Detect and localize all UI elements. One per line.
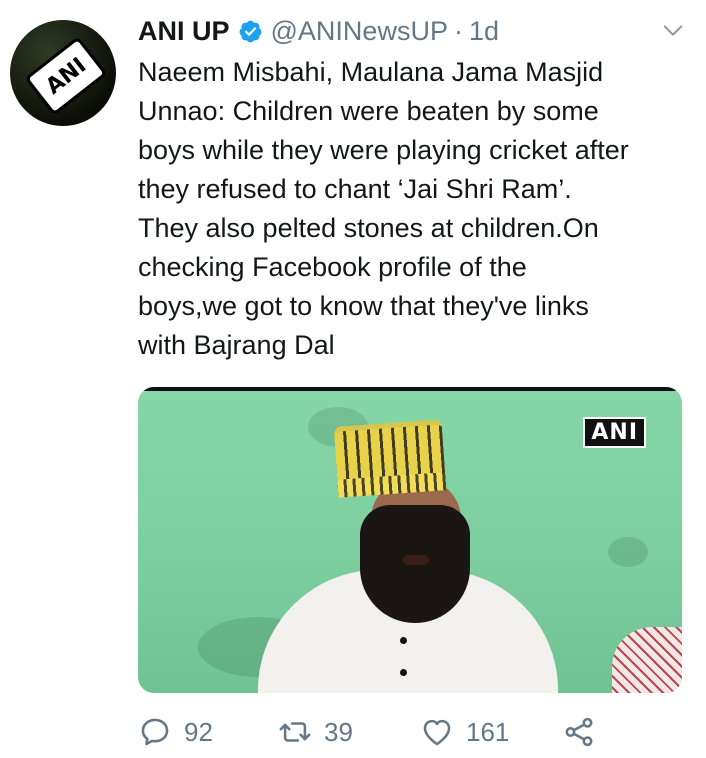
tweet-text-line: Unnao: Children were beaten by some (138, 96, 599, 126)
handle[interactable]: @ANINewsUP (271, 16, 448, 47)
share-button[interactable] (562, 710, 596, 754)
tweet-text-line: with Bajrang Dal (138, 330, 335, 360)
checkered-cloth (612, 627, 682, 693)
chevron-down-icon[interactable] (662, 20, 684, 42)
reply-icon (141, 718, 169, 746)
retweet-count: 39 (324, 716, 353, 747)
heart-icon (423, 719, 451, 746)
like-button[interactable]: 161 (420, 710, 509, 754)
timestamp[interactable]: 1d (469, 16, 499, 47)
separator: · (453, 15, 463, 46)
tweet[interactable]: ANI ANI UP @ANINewsUP · 1d Naeem Misbahi… (0, 0, 706, 758)
shirt-button (400, 637, 407, 644)
tweet-text-line: checking Facebook profile of the (138, 252, 527, 282)
avatar[interactable]: ANI (10, 20, 116, 126)
tweet-text-line: boys while they were playing cricket aft… (138, 135, 629, 165)
tweet-actions: 92 39 161 (138, 710, 658, 754)
tweet-text-line: Naeem Misbahi, Maulana Jama Masjid (138, 57, 604, 87)
ani-watermark: ANI (583, 417, 646, 448)
tweet-text-line: they refused to chant ‘Jai Shri Ram’. (138, 174, 572, 204)
verified-badge-icon (239, 20, 261, 42)
share-icon (565, 717, 593, 747)
wall-stain (608, 537, 648, 567)
tweet-media-image[interactable]: ANI (138, 387, 682, 693)
person-cap (333, 419, 447, 498)
avatar-logo-text: ANI (41, 52, 91, 100)
media-top-border (138, 387, 682, 391)
retweet-icon (279, 722, 311, 742)
person-mouth (403, 555, 429, 565)
tweet-text-line: They also pelted stones at children.On (138, 213, 599, 243)
shirt-button (400, 669, 407, 676)
reply-count: 92 (184, 716, 213, 747)
tweet-header: ANI UP @ANINewsUP · 1d (138, 12, 499, 50)
tweet-text: Naeem Misbahi, Maulana Jama Masjid Unnao… (138, 53, 698, 365)
display-name[interactable]: ANI UP (138, 16, 230, 47)
reply-button[interactable]: 92 (138, 710, 213, 754)
tweet-text-line: boys,we got to know that they've links (138, 291, 589, 321)
ani-logo: ANI (24, 36, 108, 116)
like-count: 161 (466, 716, 510, 747)
retweet-button[interactable]: 39 (278, 710, 353, 754)
